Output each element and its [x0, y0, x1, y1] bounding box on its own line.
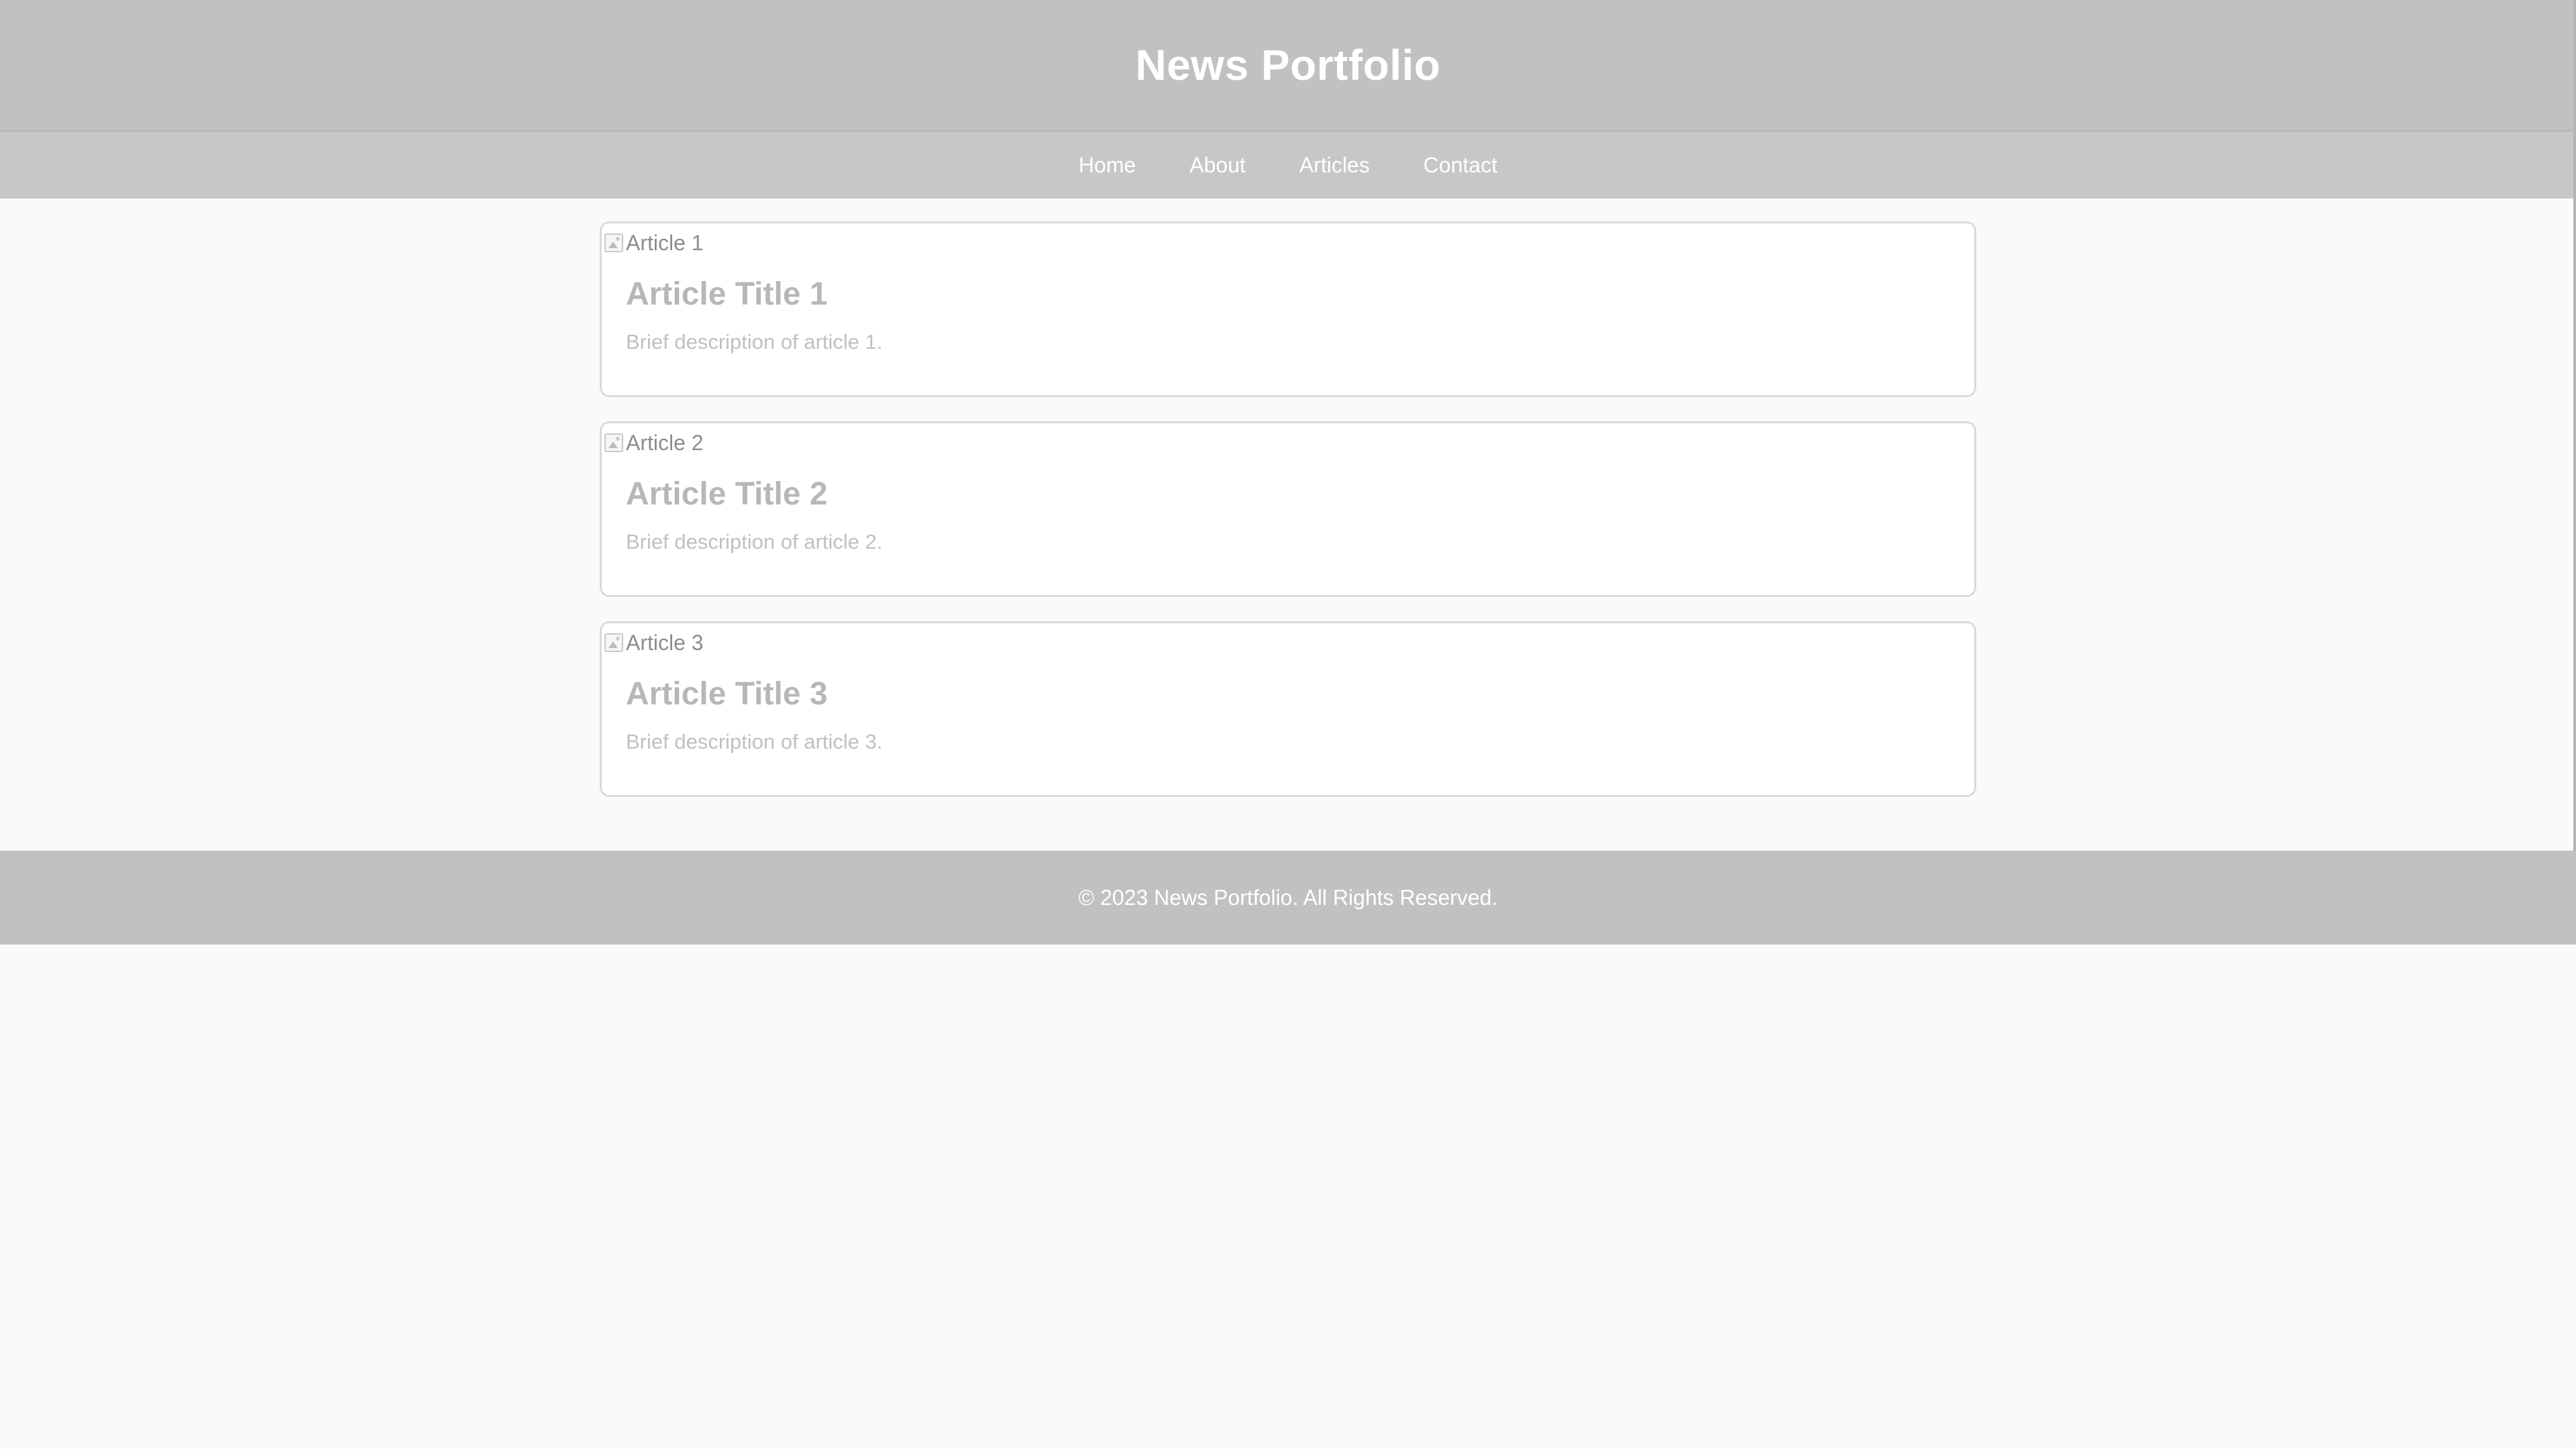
article-description: Brief description of article 2. — [626, 530, 883, 553]
article-image: Article 1 — [602, 227, 1974, 258]
articles-list: Article 1 Article Title 1 Brief descript… — [600, 221, 1976, 797]
main-nav: Home About Articles Contact — [0, 131, 2576, 199]
site-footer: © 2023 News Portfolio. All Rights Reserv… — [0, 851, 2576, 945]
article-description: Brief description of article 1. — [626, 330, 883, 354]
broken-image-icon — [604, 233, 623, 252]
scrollbar-edge — [2573, 0, 2576, 945]
image-alt-text: Article 3 — [626, 630, 704, 655]
article-title: Article Title 2 — [626, 476, 828, 512]
article-image: Article 3 — [602, 627, 1974, 658]
nav-link-about[interactable]: About — [1189, 153, 1246, 178]
broken-image-icon — [604, 433, 623, 452]
article-title: Article Title 3 — [626, 676, 828, 712]
image-alt-text: Article 1 — [626, 230, 704, 255]
nav-link-home[interactable]: Home — [1079, 153, 1136, 178]
article-image: Article 2 — [602, 427, 1974, 458]
article-description: Brief description of article 3. — [626, 730, 883, 753]
nav-link-contact[interactable]: Contact — [1424, 153, 1497, 178]
article-card[interactable]: Article 2 Article Title 2 Brief descript… — [600, 421, 1976, 597]
site-header: News Portfolio — [0, 0, 2576, 131]
image-alt-text: Article 2 — [626, 430, 704, 455]
nav-link-articles[interactable]: Articles — [1299, 153, 1370, 178]
article-card[interactable]: Article 3 Article Title 3 Brief descript… — [600, 621, 1976, 797]
broken-image-icon — [604, 633, 623, 652]
article-card[interactable]: Article 1 Article Title 1 Brief descript… — [600, 221, 1976, 397]
site-title: News Portfolio — [1135, 41, 1441, 89]
article-title: Article Title 1 — [626, 276, 828, 312]
copyright-text: © 2023 News Portfolio. All Rights Reserv… — [1078, 885, 1498, 910]
